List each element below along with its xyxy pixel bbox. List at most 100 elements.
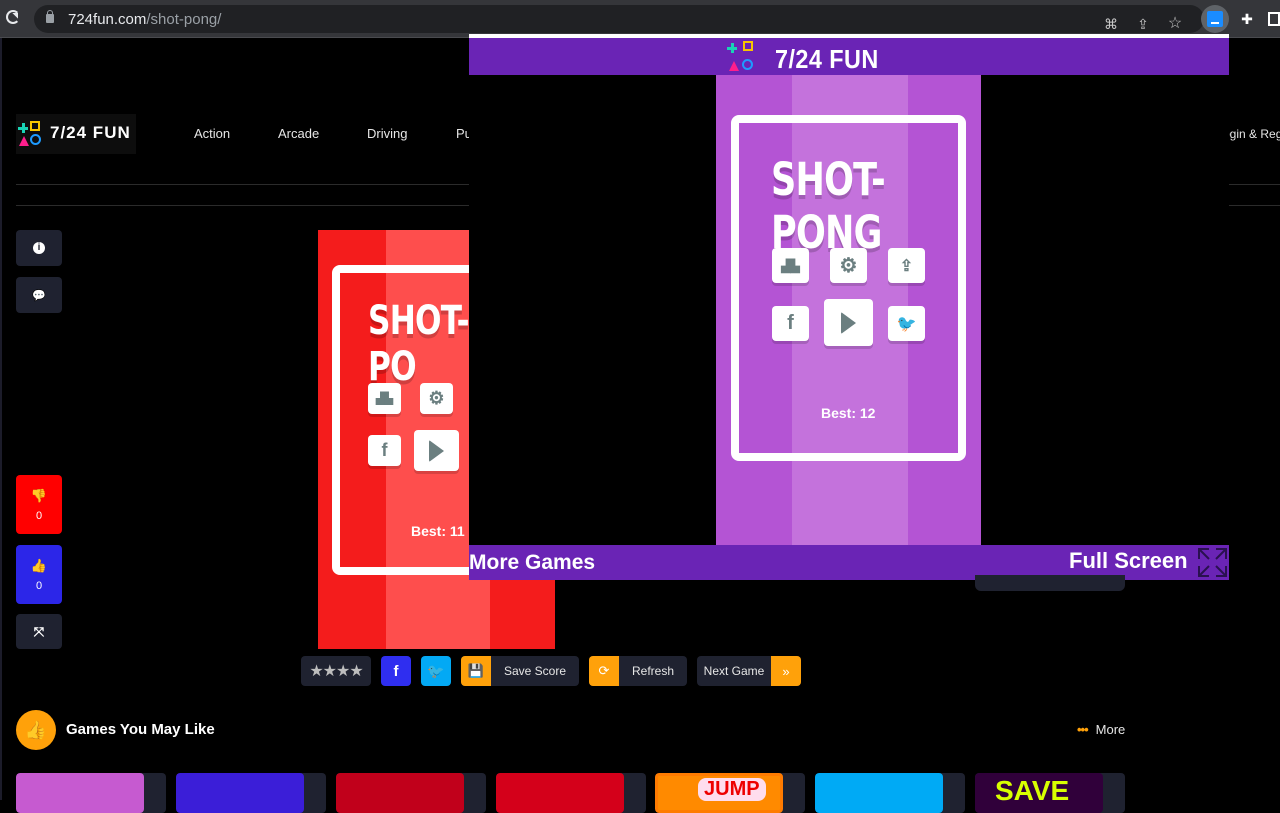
save-score-label: Save Score xyxy=(503,664,567,678)
play-button[interactable] xyxy=(824,299,873,346)
game-thumbnail[interactable] xyxy=(176,773,326,813)
browser-toolbar: 724fun.com/shot-pong/ ⌘ ⇪ ☆ ✚ xyxy=(0,0,1280,38)
more-games-link[interactable]: ••• More xyxy=(1077,722,1125,737)
logo-shapes-icon xyxy=(727,41,761,75)
twitter-share-button[interactable]: 🐦 xyxy=(888,306,925,341)
lock-icon[interactable] xyxy=(46,10,54,23)
nav-driving[interactable]: Driving xyxy=(367,126,407,141)
play-icon xyxy=(841,311,856,334)
bookmark-star-icon[interactable]: ☆ xyxy=(1166,15,1184,33)
expand-icon: ⤧ xyxy=(33,623,45,639)
twitter-icon: 🐦 xyxy=(427,662,445,679)
url-path: /shot-pong/ xyxy=(146,11,222,28)
like-count: 0 xyxy=(35,579,43,592)
site-logo[interactable]: 7/24 FUN xyxy=(16,114,136,154)
thumbnail-image xyxy=(16,773,144,813)
next-game-label: Next Game xyxy=(703,664,765,678)
floppy-disk-icon: 💾 xyxy=(461,656,491,686)
game-popup: 7/24 FUN SHOT-PONG ▟▙ ⚙ ⇪ f 🐦 Best: 12 M… xyxy=(469,34,1229,580)
refresh-icon: ⟳ xyxy=(589,656,619,686)
url-text[interactable]: 724fun.com/shot-pong/ xyxy=(68,11,221,28)
nav-arcade[interactable]: Arcade xyxy=(278,126,319,141)
more-games-link[interactable]: More Games xyxy=(469,551,595,575)
thumbs-down-icon: 👎 xyxy=(30,487,48,503)
like-button[interactable]: 👍 0 xyxy=(16,545,62,604)
facebook-share-button[interactable]: f xyxy=(368,435,401,466)
game-title: SHOT-PONG xyxy=(771,153,886,259)
share-button[interactable]: ⇪ xyxy=(888,248,925,283)
gear-icon: ⚙ xyxy=(839,255,858,277)
game-thumbnail[interactable]: JUMP xyxy=(655,773,805,813)
settings-button[interactable]: ⚙ xyxy=(830,248,867,283)
thumbnail-image xyxy=(815,773,943,813)
game-thumbnail[interactable] xyxy=(336,773,486,813)
facebook-share-button[interactable]: f xyxy=(772,306,809,341)
facebook-icon: f xyxy=(787,312,794,334)
gear-icon: ⚙ xyxy=(428,388,445,408)
twitter-share-button[interactable]: 🐦 xyxy=(421,656,451,686)
leaderboard-button[interactable]: ▟▙ xyxy=(368,383,401,414)
podium-icon: ▟▙ xyxy=(781,258,800,273)
fullscreen-arrows-icon[interactable] xyxy=(1197,547,1228,578)
refresh-button[interactable]: ⟳ Refresh xyxy=(589,656,687,686)
thumbnail-image xyxy=(336,773,464,813)
thumbnail-image xyxy=(496,773,624,813)
hidden-widget xyxy=(975,575,1125,591)
settings-button[interactable]: ⚙ xyxy=(420,383,453,414)
dislike-button[interactable]: 👎 0 xyxy=(16,475,62,534)
comment-icon: 💬 xyxy=(32,289,46,302)
info-button[interactable]: i xyxy=(16,230,62,266)
play-button[interactable] xyxy=(414,430,459,471)
dislike-count: 0 xyxy=(35,509,43,522)
reload-icon[interactable] xyxy=(6,10,20,24)
logo-text: 7/24 FUN xyxy=(50,123,131,142)
thumbnail-text: JUMP xyxy=(698,778,766,801)
thumbnail-image: JUMP xyxy=(655,773,783,813)
login-register-link[interactable]: ogin & Reg xyxy=(1223,127,1280,141)
more-label: More xyxy=(1095,722,1126,737)
podium-icon: ▟▙ xyxy=(376,393,393,405)
star-icons[interactable]: ★★★★ xyxy=(309,661,363,681)
next-game-button[interactable]: Next Game » xyxy=(697,656,801,686)
thumbs-up-icon: 👍 xyxy=(30,557,48,573)
thumbnail-text: SAVE xyxy=(995,775,1070,806)
popup-game-canvas[interactable]: SHOT-PONG ▟▙ ⚙ ⇪ f 🐦 Best: 12 xyxy=(716,75,981,545)
share-icon[interactable]: ⇪ xyxy=(1134,15,1152,33)
address-bar[interactable]: 724fun.com/shot-pong/ ⌘ ⇪ ☆ xyxy=(34,5,1204,33)
game-thumbnail[interactable] xyxy=(815,773,965,813)
logo-shapes-icon xyxy=(18,121,44,147)
full-screen-link[interactable]: Full Screen xyxy=(1069,548,1188,574)
info-icon: i xyxy=(33,242,45,254)
thumbs-up-badge-icon: 👍 xyxy=(16,710,56,750)
rating-stars[interactable]: ★★★★ xyxy=(301,656,371,686)
extension-active-icon[interactable] xyxy=(1201,5,1229,33)
facebook-icon: f xyxy=(393,662,399,680)
nav-action[interactable]: Action xyxy=(194,126,230,141)
leaderboard-button[interactable]: ▟▙ xyxy=(772,248,809,283)
game-thumbnail[interactable]: SAVE xyxy=(975,773,1125,813)
page-edge xyxy=(0,38,2,800)
url-domain: 724fun.com xyxy=(68,11,147,28)
comments-button[interactable]: 💬 xyxy=(16,277,62,313)
sidebar-icon[interactable] xyxy=(1268,12,1280,26)
facebook-icon: f xyxy=(381,440,388,460)
thumbnail-image xyxy=(176,773,304,813)
section-title: Games You May Like xyxy=(66,721,215,738)
facebook-share-button[interactable]: f xyxy=(381,656,411,686)
fullscreen-button[interactable]: ⤧ xyxy=(16,614,62,649)
extensions-puzzle-icon[interactable]: ✚ xyxy=(1238,10,1256,28)
best-score: Best: 12 xyxy=(821,405,876,421)
translate-icon[interactable]: ⌘ xyxy=(1102,15,1120,33)
thumbnail-image: SAVE xyxy=(975,773,1103,813)
play-icon xyxy=(429,439,444,462)
refresh-label: Refresh xyxy=(631,664,675,678)
game-thumbnail[interactable] xyxy=(16,773,166,813)
popup-header: 7/24 FUN xyxy=(469,38,1229,75)
game-thumbnail[interactable] xyxy=(496,773,646,813)
twitter-icon: 🐦 xyxy=(896,315,917,333)
dots-icon: ••• xyxy=(1077,722,1089,737)
double-chevron-right-icon: » xyxy=(771,656,801,686)
upload-icon: ⇪ xyxy=(899,257,914,275)
popup-logo-text: 7/24 FUN xyxy=(775,44,879,74)
save-score-button[interactable]: 💾 Save Score xyxy=(461,656,579,686)
